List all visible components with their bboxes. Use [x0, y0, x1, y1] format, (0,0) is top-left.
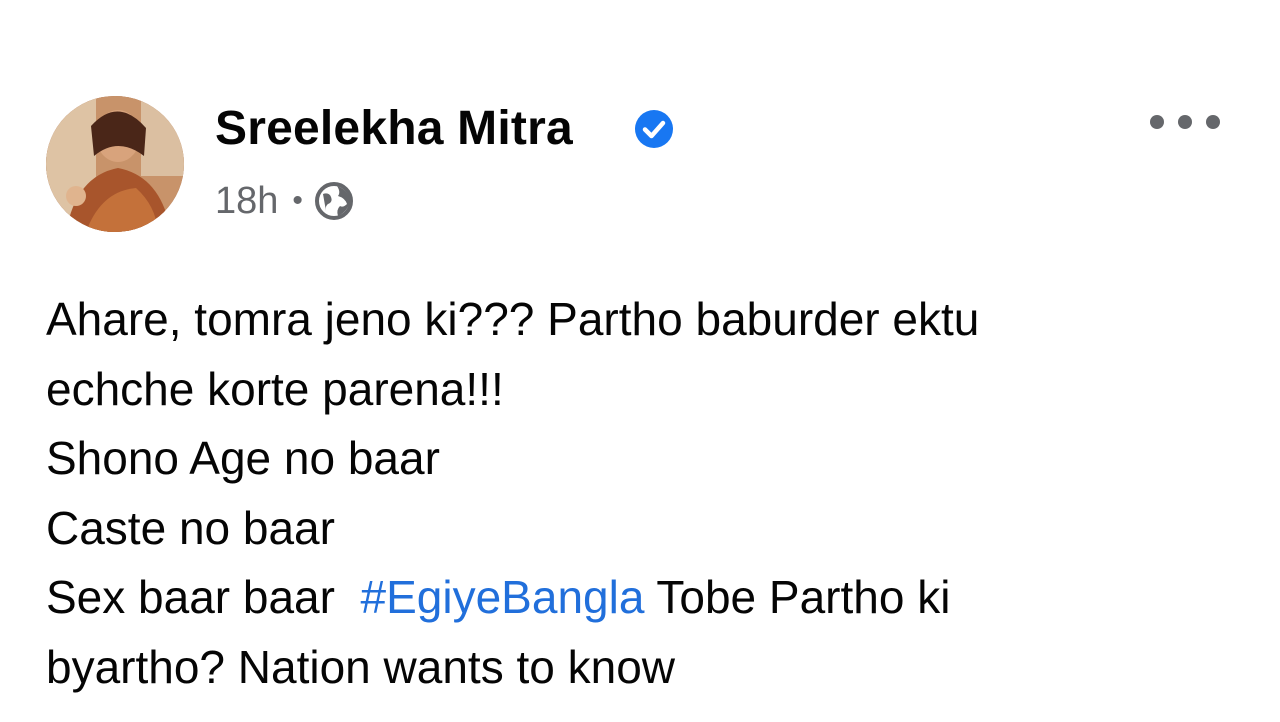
- author-name[interactable]: Sreelekha Mitra: [215, 100, 573, 158]
- more-options-icon[interactable]: [1150, 108, 1220, 136]
- post-text-line: Shono Age no baar: [46, 432, 440, 484]
- hashtag-link[interactable]: #EgiyeBangla: [361, 571, 645, 623]
- post-text-segment: Tobe Partho ki: [656, 571, 951, 623]
- post-meta: 18h •: [215, 176, 355, 226]
- post-text-line: byartho? Nation wants to know: [46, 640, 676, 693]
- more-dot: [1206, 115, 1220, 129]
- more-dot: [1150, 115, 1164, 129]
- more-dot: [1178, 115, 1192, 129]
- post-text-line: Sex baar baar #EgiyeBangla Tobe Partho k…: [46, 563, 1246, 633]
- post-text-line: Ahare, tomra jeno ki??? Partho baburder …: [46, 293, 980, 345]
- avatar-photo: [46, 96, 184, 232]
- meta-separator: •: [292, 184, 303, 217]
- globe-icon[interactable]: [313, 180, 355, 222]
- facebook-post: Sreelekha Mitra 18h • Ahare, tomra jeno …: [0, 0, 1280, 722]
- post-text: Ahare, tomra jeno ki??? Partho baburder …: [46, 285, 1246, 702]
- verified-badge-icon: [635, 110, 673, 148]
- post-timestamp[interactable]: 18h: [215, 180, 278, 223]
- avatar[interactable]: [46, 96, 184, 232]
- post-text-segment: Sex baar baar: [46, 571, 335, 623]
- post-text-line: Caste no baar: [46, 501, 335, 554]
- post-text-line: echche korte parena!!!: [46, 362, 504, 415]
